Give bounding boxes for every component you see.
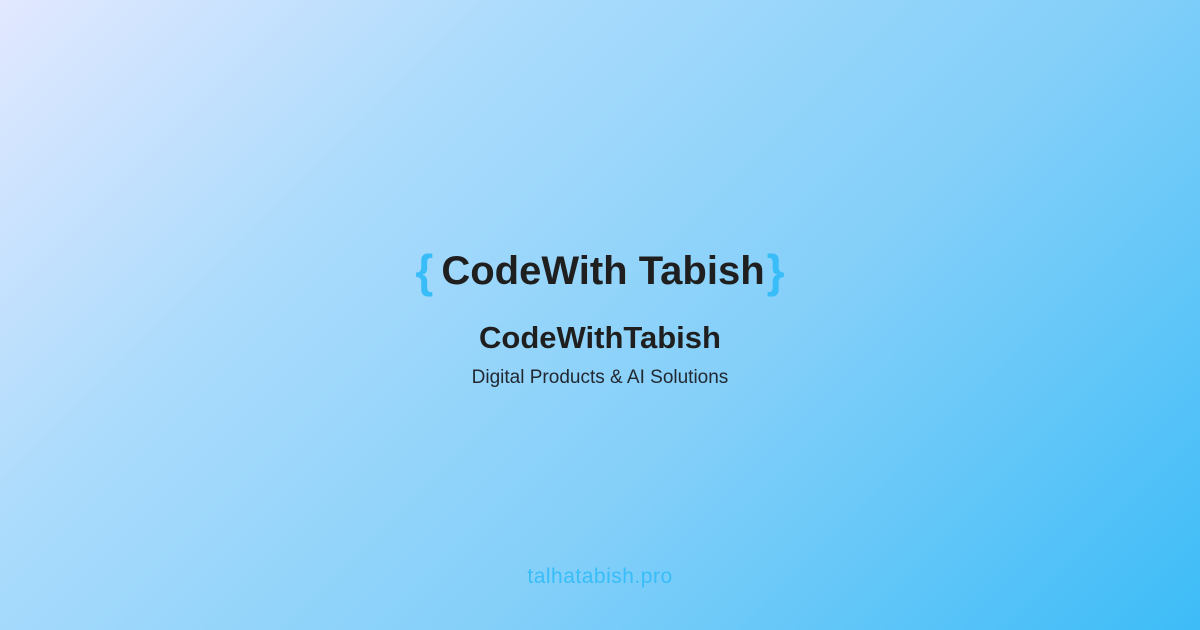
- logo-brace-close: }: [766, 245, 785, 297]
- logo: {CodeWith Tabish}: [0, 244, 1200, 298]
- logo-text: CodeWith Tabish: [441, 249, 765, 293]
- social-card: {CodeWith Tabish} CodeWithTabish Digital…: [0, 0, 1200, 630]
- brand-name: CodeWithTabish: [479, 320, 721, 355]
- logo-brace-open: {: [415, 245, 434, 297]
- site-domain: talhatabish.pro: [527, 565, 673, 588]
- tagline: Digital Products & AI Solutions: [471, 367, 729, 388]
